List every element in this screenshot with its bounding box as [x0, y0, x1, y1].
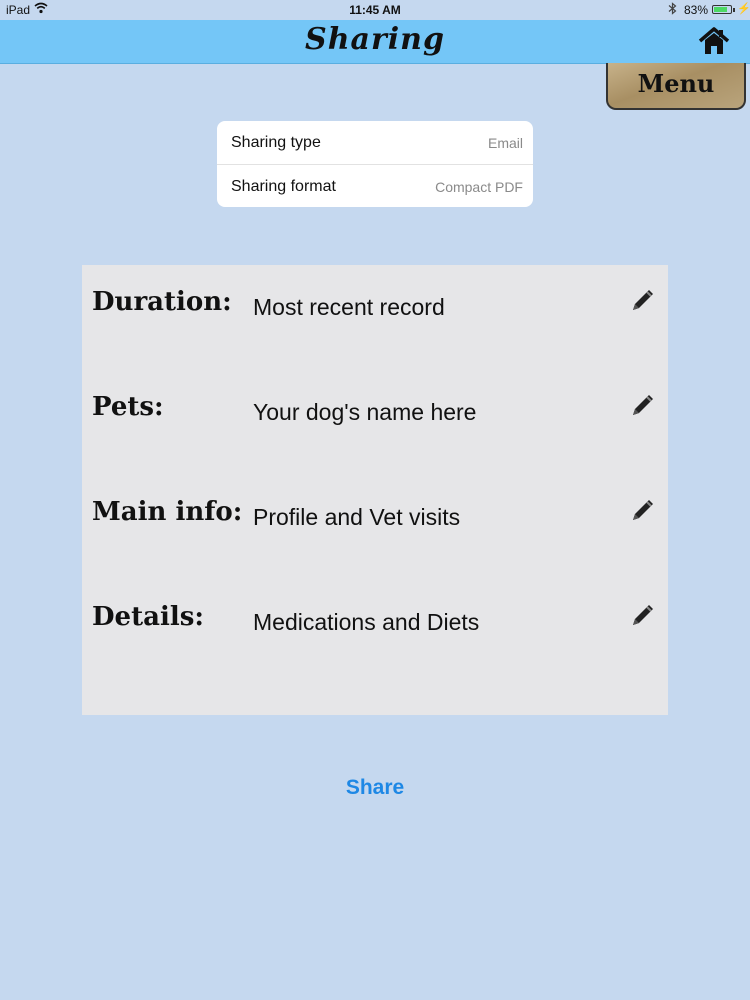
duration-label: Duration: [92, 287, 232, 317]
sharing-format-row[interactable]: Sharing format Compact PDF [217, 164, 533, 207]
sharing-settings: Sharing type Email Sharing format Compac… [217, 121, 533, 207]
page-title: Sharing [305, 22, 445, 57]
clock: 11:45 AM [349, 3, 401, 17]
pencil-icon[interactable] [630, 392, 656, 418]
main-info-label: Main info: [92, 497, 243, 527]
pets-value: Your dog's name here [253, 399, 477, 425]
details-value: Medications and Diets [253, 609, 480, 635]
share-options-panel: Duration: Most recent record Pets: Your … [82, 265, 668, 715]
pencil-icon[interactable] [630, 287, 656, 313]
sharing-format-label: Sharing format [231, 178, 336, 195]
details-label: Details: [92, 602, 204, 632]
battery-icon [712, 5, 735, 14]
charging-icon: ⚡ [737, 3, 750, 15]
pets-row[interactable]: Pets: Your dog's name here [82, 380, 668, 440]
duration-value: Most recent record [253, 294, 445, 320]
main-info-value: Profile and Vet visits [253, 504, 461, 530]
sharing-type-value: Email [487, 135, 523, 151]
pencil-icon[interactable] [630, 497, 656, 523]
sharing-type-row[interactable]: Sharing type Email [217, 121, 533, 164]
sharing-format-value: Compact PDF [435, 179, 523, 195]
sharing-type-label: Sharing type [231, 134, 321, 151]
share-button[interactable]: Share [300, 776, 450, 808]
battery-percent: 83% [684, 3, 709, 17]
main-info-row[interactable]: Main info: Profile and Vet visits [82, 485, 668, 545]
battery-fill [714, 7, 728, 12]
bluetooth-icon [668, 2, 677, 18]
home-icon [698, 27, 730, 54]
duration-row[interactable]: Duration: Most recent record [82, 275, 668, 335]
menu-label: Menu [637, 69, 715, 98]
pets-label: Pets: [92, 392, 164, 422]
menu-button[interactable]: Menu [606, 63, 746, 110]
home-button[interactable] [698, 26, 730, 56]
pencil-icon[interactable] [630, 602, 656, 628]
status-bar: iPad 11:45 AM 83% ⚡ [0, 0, 750, 20]
nav-bar: Sharing [0, 20, 750, 64]
details-row[interactable]: Details: Medications and Diets [82, 590, 668, 650]
